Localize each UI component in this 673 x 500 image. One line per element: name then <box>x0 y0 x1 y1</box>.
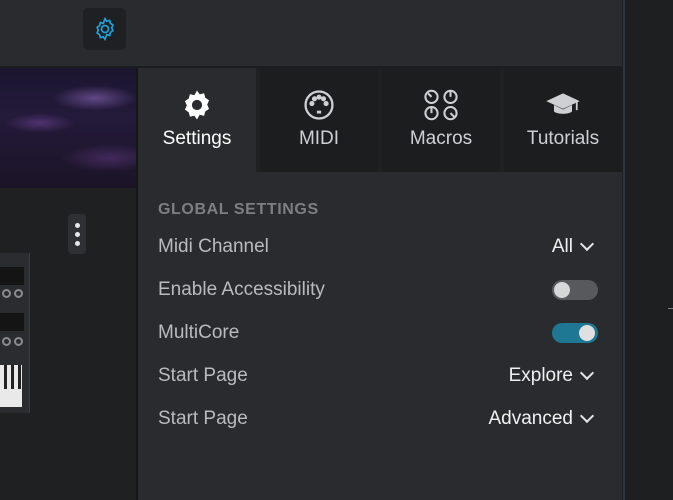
knobs-icon <box>424 89 458 121</box>
toggle-knob <box>579 325 595 341</box>
dropdown-value: Advanced <box>488 408 573 429</box>
start-page-mode-dropdown[interactable]: Advanced <box>488 408 596 430</box>
setting-label: Enable Accessibility <box>158 279 325 300</box>
section-title: GLOBAL SETTINGS <box>158 201 319 218</box>
graduation-cap-icon <box>546 93 580 114</box>
chevron-down-icon <box>579 408 595 424</box>
right-edge-tick <box>668 308 673 309</box>
tab-tutorials[interactable]: Tutorials <box>504 68 622 172</box>
tab-macros[interactable]: Macros <box>382 68 500 172</box>
setting-label: Start Page <box>158 408 248 429</box>
settings-button[interactable] <box>83 8 126 50</box>
tab-settings[interactable]: Settings <box>138 68 256 172</box>
setting-label: MultiCore <box>158 322 240 343</box>
app-window: Settings MIDI Macros Tutorials GLOBAL SE… <box>0 0 673 500</box>
settings-panel: Settings MIDI Macros Tutorials GLOBAL SE… <box>138 68 622 500</box>
right-edge-panel <box>622 0 673 500</box>
tab-midi[interactable]: MIDI <box>260 68 378 172</box>
toggle-knob <box>554 282 570 298</box>
more-options-button[interactable] <box>68 214 86 254</box>
tab-label: MIDI <box>298 128 340 149</box>
preset-preview <box>0 68 136 500</box>
setting-multicore: MultiCore <box>158 319 598 347</box>
dropdown-value: Explore <box>508 365 573 386</box>
preset-artwork <box>0 68 136 188</box>
gear-icon <box>184 90 210 120</box>
start-page-dropdown[interactable]: Explore <box>509 365 596 387</box>
vertical-ellipsis-icon <box>74 222 80 228</box>
tab-label: Settings <box>162 128 232 149</box>
tab-label: Macros <box>409 128 473 149</box>
setting-enable-accessibility: Enable Accessibility <box>158 276 598 304</box>
setting-start-page-mode: Start Page Advanced <box>158 405 596 433</box>
setting-midi-channel: Midi Channel All <box>158 233 596 261</box>
top-bar <box>0 0 622 66</box>
setting-label: Midi Channel <box>158 236 269 257</box>
right-edge-line <box>623 0 625 500</box>
setting-label: Start Page <box>158 365 248 386</box>
accessibility-toggle[interactable] <box>552 280 598 300</box>
dropdown-value: All <box>551 236 573 257</box>
tab-bar: Settings MIDI Macros Tutorials <box>138 68 622 172</box>
chevron-down-icon <box>579 236 595 252</box>
synth-thumbnail <box>0 253 30 413</box>
multicore-toggle[interactable] <box>552 323 598 343</box>
gear-icon <box>95 16 114 42</box>
midi-port-icon <box>304 90 334 120</box>
tab-label: Tutorials <box>526 128 600 149</box>
midi-channel-dropdown[interactable]: All <box>552 236 596 258</box>
chevron-down-icon <box>579 365 595 381</box>
setting-start-page: Start Page Explore <box>158 362 596 390</box>
